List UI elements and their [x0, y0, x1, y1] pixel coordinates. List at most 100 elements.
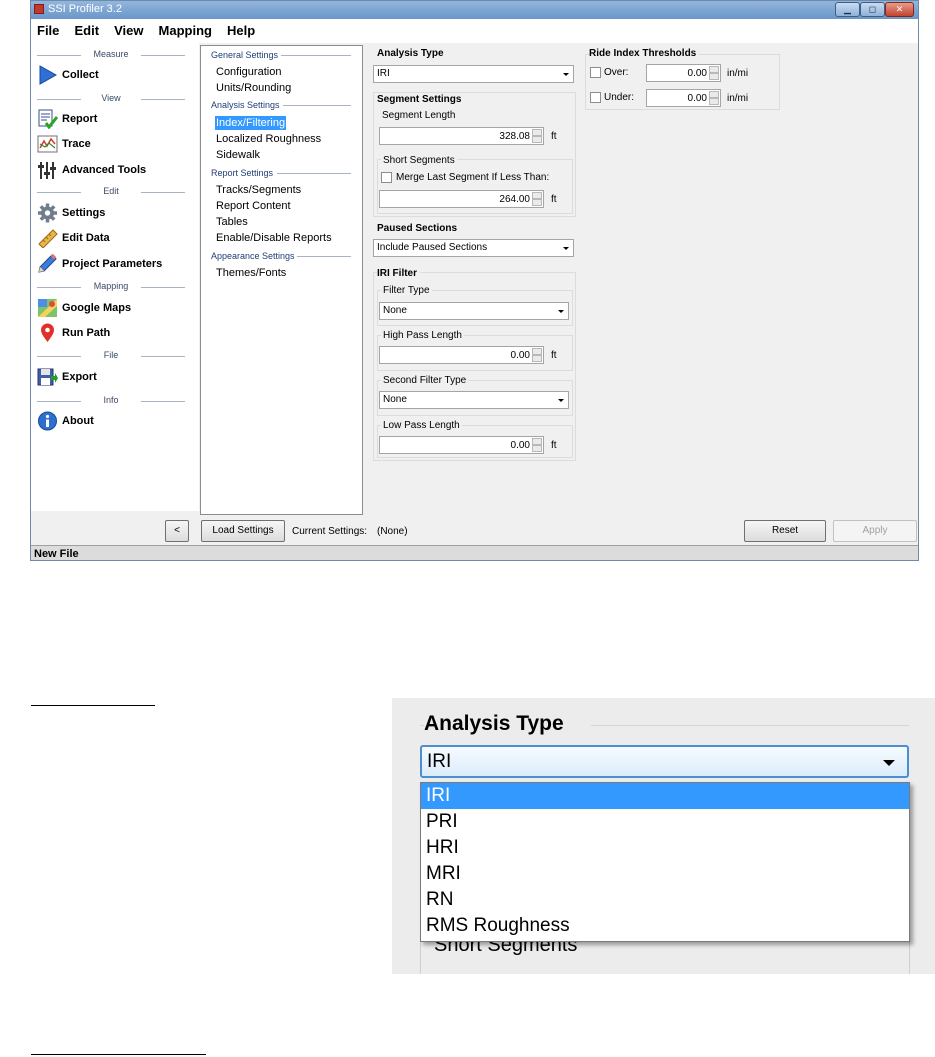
tree-item-report-content[interactable]: Report Content [215, 199, 292, 213]
status-bar: New File [31, 545, 918, 560]
section-edit: Edit [37, 186, 185, 198]
load-settings-button[interactable]: Load Settings [201, 520, 285, 542]
option-pri[interactable]: PRI [421, 809, 909, 835]
option-mri[interactable]: MRI [421, 861, 909, 887]
sidebar-item-settings[interactable]: Settings [37, 202, 197, 224]
sidebar-item-export[interactable]: Export [37, 366, 197, 388]
filter-type-select[interactable]: None [379, 302, 569, 320]
close-button[interactable]: ✕ [885, 2, 914, 17]
sidebar-item-collect[interactable]: Collect [37, 64, 197, 86]
map-pin-icon [41, 323, 54, 342]
title-bar[interactable]: SSI Profiler 3.2 ▁ ◻ ✕ [31, 1, 918, 19]
tree-item-units-rounding[interactable]: Units/Rounding [215, 81, 292, 95]
sidebar-item-report[interactable]: Report [37, 108, 197, 130]
under-threshold-label: Under: [604, 92, 635, 103]
tree-item-index-filtering[interactable]: Index/Filtering [215, 116, 287, 130]
maximize-button[interactable]: ◻ [860, 2, 885, 17]
report-checklist-icon [38, 109, 58, 129]
menu-edit[interactable]: Edit [68, 19, 105, 38]
merge-last-segment-checkbox[interactable] [381, 172, 392, 183]
tree-section-general: General Settings [211, 50, 351, 60]
collapse-nav-button[interactable]: < [165, 520, 189, 542]
analysis-type-dropdown-zoom: Analysis Type Short Segments IRI IRI PRI… [392, 698, 935, 974]
tree-item-tracks-segments[interactable]: Tracks/Segments [215, 183, 302, 197]
tree-item-themes-fonts[interactable]: Themes/Fonts [215, 266, 287, 280]
tree-item-sidewalk[interactable]: Sidewalk [215, 148, 261, 162]
over-threshold-checkbox[interactable] [590, 67, 601, 78]
zoom-analysis-type-select[interactable]: IRI [420, 745, 909, 778]
app-icon [34, 4, 44, 14]
low-pass-length-stepper[interactable]: 0.00 [379, 436, 544, 454]
group-border-right [591, 725, 909, 726]
main-window: SSI Profiler 3.2 ▁ ◻ ✕ File Edit View Ma… [30, 0, 919, 561]
segment-length-stepper[interactable]: 328.08 [379, 127, 544, 145]
zoom-analysis-type-title: Analysis Type [424, 712, 564, 735]
sidebar-item-label: Export [62, 371, 97, 383]
merge-last-segment-label: Merge Last Segment If Less Than: [396, 172, 550, 183]
under-threshold-unit: in/mi [727, 93, 749, 104]
tree-item-enable-disable-reports[interactable]: Enable/Disable Reports [215, 231, 333, 245]
sidebar-item-google-maps[interactable]: Google Maps [37, 297, 197, 319]
sidebar-item-run-path[interactable]: Run Path [37, 322, 197, 344]
status-text: New File [34, 548, 79, 560]
option-hri[interactable]: HRI [421, 835, 909, 861]
sidebar-item-edit-data[interactable]: Edit Data [37, 227, 197, 249]
tree-item-localized-roughness[interactable]: Localized Roughness [215, 132, 322, 146]
minimize-button[interactable]: ▁ [835, 2, 860, 17]
merge-threshold-stepper[interactable]: 264.00 [379, 190, 544, 208]
menu-mapping[interactable]: Mapping [153, 19, 218, 38]
reset-button[interactable]: Reset [744, 520, 826, 542]
second-filter-type-select[interactable]: None [379, 391, 569, 409]
sidebar-item-trace[interactable]: Trace [37, 133, 197, 155]
under-threshold-stepper[interactable]: 0.00 [646, 89, 721, 107]
tree-section-appearance: Appearance Settings [211, 251, 351, 261]
chevron-down-icon [558, 310, 564, 313]
apply-button[interactable]: Apply [833, 520, 917, 542]
settings-tree: General Settings Configuration Units/Rou… [200, 45, 363, 515]
sidebar-item-label: Google Maps [62, 302, 132, 314]
chevron-down-icon [563, 247, 569, 250]
info-icon [38, 411, 57, 431]
sidebar-item-label: Run Path [62, 327, 111, 339]
sidebar-item-about[interactable]: About [37, 410, 197, 432]
ruler-icon [38, 229, 58, 248]
over-threshold-unit: in/mi [727, 68, 749, 79]
ride-index-title: Ride Index Thresholds [589, 48, 700, 59]
option-iri[interactable]: IRI [421, 783, 909, 809]
sidebar-item-advanced-tools[interactable]: Advanced Tools [37, 159, 197, 181]
section-file: File [37, 350, 185, 362]
high-pass-length-stepper[interactable]: 0.00 [379, 346, 544, 364]
segment-length-unit: ft [551, 131, 557, 142]
option-rms-roughness[interactable]: RMS Roughness [421, 913, 909, 939]
analysis-type-select[interactable]: IRI [373, 65, 574, 83]
paused-sections-select[interactable]: Include Paused Sections [373, 239, 574, 257]
menu-file[interactable]: File [31, 19, 65, 38]
high-pass-length-unit: ft [551, 350, 557, 361]
tree-section-report: Report Settings [211, 168, 351, 178]
tree-section-analysis: Analysis Settings [211, 100, 351, 110]
tree-item-configuration[interactable]: Configuration [215, 65, 282, 79]
sidebar-item-label: About [62, 415, 94, 427]
low-pass-length-unit: ft [551, 440, 557, 451]
sidebar-item-label: Report [62, 113, 98, 125]
tree-item-tables[interactable]: Tables [215, 215, 249, 229]
current-settings-label: Current Settings: [292, 526, 368, 537]
sidebar-item-label: Project Parameters [62, 258, 163, 270]
sidebar-item-label: Advanced Tools [62, 164, 147, 176]
floppy-export-icon [37, 368, 58, 386]
gear-icon [38, 203, 57, 223]
chevron-down-icon [558, 399, 564, 402]
menu-help[interactable]: Help [221, 19, 261, 38]
sidebar-item-project-parameters[interactable]: Project Parameters [37, 253, 197, 275]
google-maps-icon [38, 299, 57, 317]
option-rn[interactable]: RN [421, 887, 909, 913]
over-threshold-stepper[interactable]: 0.00 [646, 64, 721, 82]
short-segments-label: Short Segments [381, 155, 457, 166]
under-threshold-checkbox[interactable] [590, 92, 601, 103]
iri-filter-title: IRI Filter [377, 268, 421, 279]
menu-view[interactable]: View [108, 19, 149, 38]
analysis-type-options-list: IRI PRI HRI MRI RN RMS Roughness [420, 782, 910, 942]
play-arrow-icon [39, 65, 58, 85]
low-pass-length-label: Low Pass Length [381, 420, 462, 431]
sidebar-item-label: Trace [62, 138, 91, 150]
